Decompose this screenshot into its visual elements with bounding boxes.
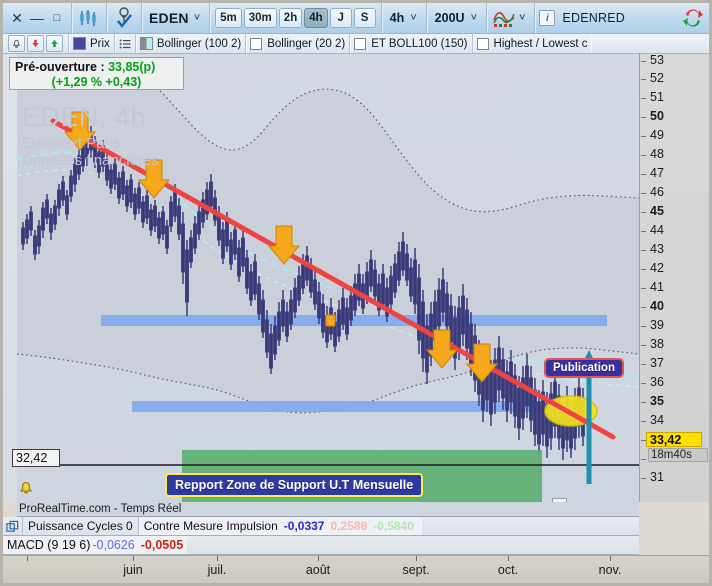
indicator-bollinger-20[interactable]: Bollinger (20 2): [246, 34, 351, 53]
axis-tick: [27, 556, 28, 561]
checkbox[interactable]: [250, 37, 263, 50]
charttype-group[interactable]: ˅: [487, 3, 536, 33]
alarm-bell-icon[interactable]: [8, 35, 25, 52]
close-icon[interactable]: ✕: [7, 7, 27, 29]
indicator-puissance-cycles[interactable]: Puissance Cycles 0: [23, 517, 139, 535]
left-price-tag[interactable]: 32,42: [12, 449, 60, 467]
arrow-up-icon[interactable]: [46, 35, 63, 52]
month-label: juin: [123, 563, 143, 577]
bars-dropdown-value[interactable]: 200U: [431, 11, 469, 25]
window-controls-group: ✕ — □: [3, 3, 72, 33]
axis-tick: [610, 556, 611, 561]
indicator-contre-mesure[interactable]: Contre Mesure Impulsion -0,0337 0,2588 -…: [138, 517, 422, 535]
macd-value-2: -0,0505: [140, 538, 184, 552]
quote-box: Pré-ouverture : 33,85(p) (+1,29 % +0,43): [9, 57, 184, 90]
timeframe-30m[interactable]: 30m: [243, 8, 277, 28]
timeframe-j[interactable]: J: [329, 8, 352, 28]
timeframe-group: 5m 30m 2h 4h J S: [210, 3, 382, 33]
chart-type-icon[interactable]: [491, 6, 517, 30]
checkbox[interactable]: [354, 37, 367, 50]
price-axis[interactable]: 53 52 51 50 49 48 47 46 45 44 43 42 41 4…: [639, 53, 709, 502]
chevron-down-icon[interactable]: ˅: [192, 12, 205, 24]
arrow-down-icon[interactable]: [27, 35, 44, 52]
macd-name: MACD (9 19 6): [7, 538, 91, 552]
small-marker: [325, 314, 336, 327]
bars-dropdown[interactable]: 200U ˅: [427, 3, 487, 33]
price-chart[interactable]: EDEN, 4h Euronext Paris Données financiè…: [17, 54, 639, 502]
price-series-label: Prix: [90, 37, 110, 50]
checkbox[interactable]: [476, 37, 489, 50]
data-provider-status: ProRealTime.com - Temps Réel: [17, 502, 639, 517]
price-series-entry[interactable]: Prix: [69, 34, 115, 53]
indicator-bollinger-100[interactable]: Bollinger (100 2): [136, 34, 247, 53]
month-label: juil.: [207, 563, 227, 577]
refresh-group: [677, 3, 709, 33]
month-label: oct.: [497, 563, 519, 577]
candlestick-icon[interactable]: [76, 6, 102, 30]
timeframe-s[interactable]: S: [353, 8, 376, 28]
alert-tools-group: [107, 3, 142, 33]
instrument-group: i EDENRED: [535, 3, 677, 33]
period-dropdown-value[interactable]: 4h: [386, 11, 409, 25]
indicator-value-3: -0,5840: [373, 519, 414, 533]
chevron-down-icon[interactable]: ˅: [517, 12, 530, 24]
macd-segment[interactable]: MACD (9 19 6) -0,0626 -0,0505: [3, 536, 188, 554]
indicator-highest-lowest[interactable]: Highest / Lowest c: [473, 34, 592, 53]
period-dropdown[interactable]: 4h ˅: [382, 3, 427, 33]
month-label: nov.: [598, 563, 622, 577]
publication-annotation[interactable]: Publication: [544, 358, 624, 378]
quote-line-1: Pré-ouverture : 33,85(p): [15, 60, 178, 75]
chart-svg: [17, 65, 639, 502]
macd-value-1: -0,0626: [92, 538, 135, 552]
blue-resistance-band: [101, 315, 607, 326]
timeframe-4h[interactable]: 4h: [304, 8, 328, 28]
axis-tick: [508, 556, 509, 561]
chart-left-gutter: [3, 54, 18, 502]
info-icon[interactable]: i: [539, 10, 556, 26]
indicator-label: Highest / Lowest c: [493, 37, 588, 50]
month-label: sept.: [402, 563, 430, 577]
alert-buttons-group: [3, 34, 69, 53]
main-toolbar: ✕ — □ EDEN ˅ 5m 30m 2h 4h J S 4h ˅ 200U …: [3, 3, 709, 34]
bollinger100-color-swatch: [139, 37, 153, 50]
alert-check-icon[interactable]: [111, 6, 137, 30]
chevron-down-icon[interactable]: ˅: [469, 12, 482, 24]
indicator-et-boll100[interactable]: ET BOLL100 (150): [350, 34, 473, 53]
instrument-name: EDENRED: [562, 11, 625, 25]
axis-tick: [217, 556, 218, 561]
indicator-value-2: 0,2588: [330, 519, 368, 533]
indicator-label: Bollinger (100 2): [156, 37, 242, 50]
chart-tools-group: [72, 3, 107, 33]
indicator-toolbar: Prix Bollinger (100 2) Bollinger (20 2) …: [3, 34, 709, 54]
bar-countdown-tag: 18m40s: [648, 448, 708, 462]
support-zone-annotation[interactable]: Repport Zone de Support U.T Mensuelle: [165, 473, 424, 497]
price-color-swatch: [73, 37, 86, 50]
indicator-row-cycles[interactable]: Puissance Cycles 0 Contre Mesure Impulsi…: [3, 517, 639, 536]
timeframe-5m[interactable]: 5m: [215, 8, 242, 28]
alarm-bell-icon[interactable]: [16, 478, 36, 498]
indicator-value-1: -0,0337: [283, 519, 325, 533]
symbol-label[interactable]: EDEN: [146, 10, 192, 26]
chevron-down-icon[interactable]: ˅: [408, 12, 421, 24]
axis-tick: [133, 556, 134, 561]
maximize-icon[interactable]: □: [47, 7, 67, 29]
quote-change: (+1,29 % +0,43): [51, 75, 142, 89]
list-icon[interactable]: [115, 34, 136, 53]
time-axis[interactable]: juin juil. août sept. oct. nov.: [3, 555, 709, 583]
month-label: août: [305, 563, 331, 577]
current-price-tag[interactable]: 33,42: [646, 432, 702, 447]
axis-tick: [318, 556, 319, 561]
copy-icon[interactable]: [3, 517, 23, 535]
minimize-icon[interactable]: —: [27, 7, 47, 29]
symbol-group[interactable]: EDEN ˅: [142, 3, 211, 33]
indicator-label: Bollinger (20 2): [267, 37, 346, 50]
quote-label: Pré-ouverture :: [15, 60, 105, 74]
quote-price: 33,85(p): [108, 60, 156, 74]
timeframe-2h[interactable]: 2h: [278, 8, 303, 28]
refresh-icon[interactable]: [677, 6, 709, 30]
indicator-label: ET BOLL100 (150): [371, 37, 468, 50]
indicator-name: Contre Mesure Impulsion: [143, 519, 278, 533]
axis-tick: [416, 556, 417, 561]
indicator-row-macd[interactable]: MACD (9 19 6) -0,0626 -0,0505: [3, 536, 639, 555]
